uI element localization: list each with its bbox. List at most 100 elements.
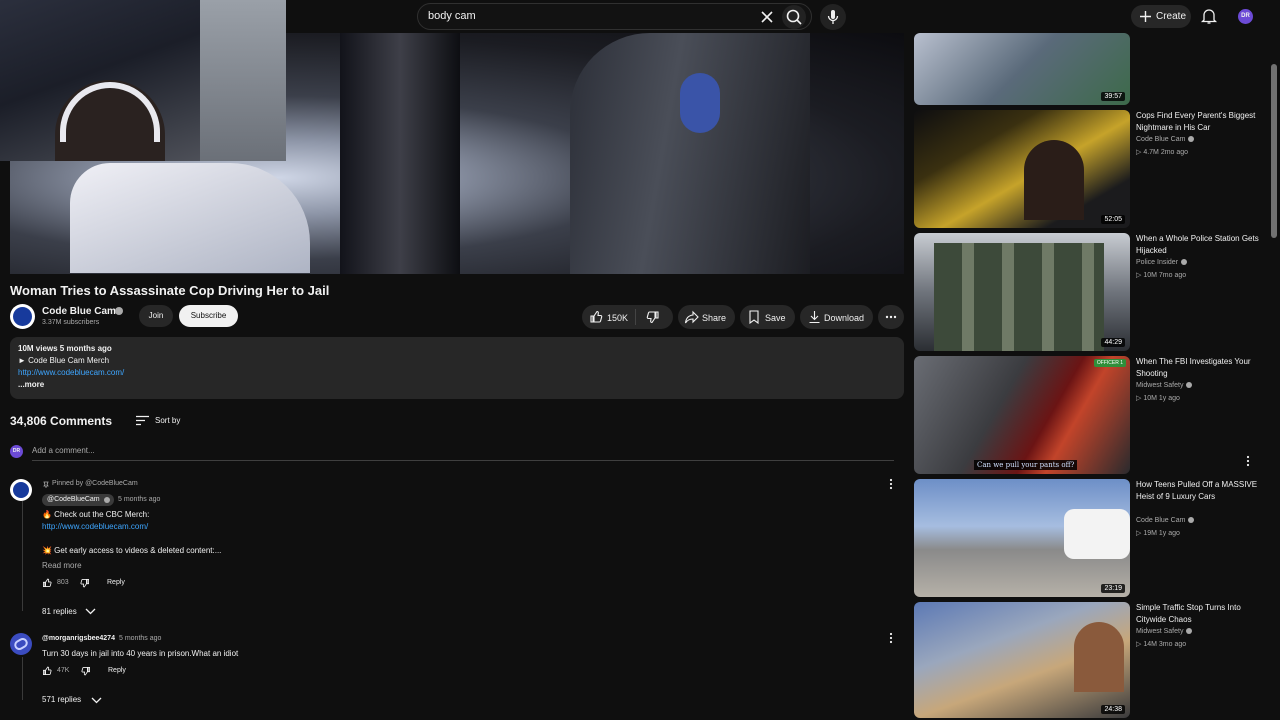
create-label: Create — [1156, 11, 1187, 22]
sort-icon[interactable] — [136, 415, 149, 426]
read-more-link[interactable]: Read more — [42, 561, 82, 570]
meta-text: 14M 3mo ago — [1143, 641, 1187, 648]
account-avatar[interactable]: DR — [1238, 9, 1253, 24]
meta-text: 10M 1y ago — [1143, 395, 1180, 402]
recommended-title[interactable]: How Teens Pulled Off a MASSIVE Heist of … — [1136, 479, 1266, 503]
download-label: Download — [824, 313, 865, 323]
channel-avatar-image — [13, 307, 32, 326]
comment-author-avatar[interactable] — [10, 633, 32, 655]
voice-search-button[interactable] — [820, 4, 846, 30]
thumbs-up-icon[interactable] — [42, 666, 52, 676]
recommended-channel[interactable]: Code Blue Cam — [1136, 517, 1195, 524]
share-icon — [684, 310, 699, 324]
comment-author[interactable]: @morganrigsbee4274 — [42, 635, 115, 642]
thumbs-up-icon[interactable] — [42, 578, 52, 588]
recommended-thumbnail[interactable]: 39:57 — [914, 33, 1130, 105]
recommended-meta: ▷ 19M 1y ago — [1136, 530, 1180, 537]
thumbs-up-icon[interactable] — [589, 310, 603, 324]
recommended-title[interactable]: Simple Traffic Stop Turns Into Citywide … — [1136, 602, 1266, 626]
replies-toggle[interactable]: 81 replies — [42, 607, 77, 616]
close-icon[interactable] — [758, 8, 776, 26]
comment-text: Turn 30 days in jail into 40 years in pr… — [42, 649, 239, 658]
channel-avatar[interactable] — [10, 304, 35, 329]
comment-like-count: 47K — [57, 667, 70, 674]
verified-icon — [1188, 517, 1195, 524]
video-duration: 24:38 — [1101, 705, 1125, 714]
video-options-icon[interactable] — [1246, 455, 1250, 467]
share-button[interactable]: Share — [678, 305, 735, 329]
comment-time[interactable]: 5 months ago — [118, 496, 160, 503]
reply-button[interactable]: Reply — [108, 667, 126, 674]
pinned-label: Pinned by @CodeBlueCam — [52, 480, 138, 487]
join-button[interactable]: Join — [139, 305, 173, 327]
video-title: Woman Tries to Assassinate Cop Driving H… — [10, 283, 330, 298]
download-button[interactable]: Download — [800, 305, 873, 329]
recommended-channel[interactable]: Code Blue Cam — [1136, 136, 1195, 143]
like-count[interactable]: 150K — [607, 313, 628, 323]
thumbnail-car — [1064, 509, 1130, 559]
comment-author: @CodeBlueCam — [47, 496, 100, 503]
comment-text: 🔥 Check out the CBC Merch: — [42, 510, 150, 519]
recommended-title[interactable]: Cops Find Every Parent's Biggest Nightma… — [1136, 110, 1266, 134]
thumbs-down-icon[interactable] — [80, 578, 90, 588]
sort-by-button[interactable]: Sort by — [155, 416, 180, 425]
recommended-channel[interactable]: Police Insider — [1136, 259, 1188, 266]
video-frame-figure — [340, 33, 460, 274]
thumbs-down-icon[interactable] — [81, 666, 91, 676]
recommended-thumbnail[interactable]: 24:38 — [914, 602, 1130, 718]
meta-text: 19M 1y ago — [1143, 530, 1180, 537]
view-stats: 10M views 5 months ago — [18, 344, 112, 353]
description-link[interactable]: http://www.codebluecam.com/ — [18, 368, 124, 377]
meta-text: 4.7M 2mo ago — [1143, 149, 1189, 156]
subscriber-count: 3.37M subscribers — [42, 319, 100, 326]
comment-time[interactable]: 5 months ago — [119, 635, 161, 642]
chevron-down-icon[interactable] — [91, 697, 102, 704]
verified-icon — [1186, 382, 1193, 389]
meta-text: 10M 7mo ago — [1143, 272, 1187, 279]
comments-count: 34,806 Comments — [10, 414, 113, 428]
channel-name: Police Insider — [1136, 259, 1179, 266]
reply-button[interactable]: Reply — [107, 579, 125, 586]
comment-link[interactable]: http://www.codebluecam.com/ — [42, 522, 148, 531]
verified-icon — [1186, 628, 1193, 635]
add-comment-input[interactable]: Add a comment... — [32, 446, 95, 455]
download-icon — [809, 311, 820, 324]
notifications-bell-icon[interactable] — [1200, 7, 1218, 25]
sidebar-scrollbar[interactable] — [1271, 64, 1277, 238]
save-label: Save — [765, 313, 786, 323]
recommended-meta: ▷ 4.7M 2mo ago — [1136, 149, 1189, 156]
comment-author-avatar[interactable] — [10, 479, 32, 501]
save-button[interactable]: Save — [740, 305, 795, 329]
video-frame-door — [570, 33, 810, 274]
thumbnail-figure — [1074, 622, 1124, 692]
creator-author-badge[interactable]: @CodeBlueCam — [42, 494, 114, 506]
chevron-down-icon[interactable] — [85, 608, 96, 615]
search-box[interactable]: body cam — [417, 3, 812, 30]
recommended-meta: ▷ 10M 7mo ago — [1136, 272, 1187, 279]
recommended-thumbnail[interactable]: 52:05 — [914, 110, 1130, 228]
video-frame-seat — [70, 163, 310, 273]
search-input[interactable]: body cam — [428, 10, 476, 22]
recommended-channel[interactable]: Midwest Safety — [1136, 628, 1193, 635]
like-dislike-group: 150K — [582, 305, 673, 329]
recommended-title[interactable]: When The FBI Investigates Your Shooting — [1136, 356, 1266, 380]
channel-name[interactable]: Code Blue Cam — [42, 306, 116, 317]
video-duration: 23:19 — [1101, 584, 1125, 593]
search-button[interactable] — [782, 5, 806, 29]
replies-toggle[interactable]: 571 replies — [42, 695, 81, 704]
recommended-thumbnail[interactable]: 23:19 — [914, 479, 1130, 597]
more-actions-button[interactable] — [878, 305, 904, 329]
create-button[interactable]: Create — [1131, 5, 1191, 28]
recommended-meta: ▷ 14M 3mo ago — [1136, 641, 1187, 648]
thumbs-down-icon[interactable] — [646, 310, 660, 324]
subscribe-button[interactable]: Subscribe — [179, 305, 238, 327]
comment-options-icon[interactable] — [889, 478, 893, 490]
recommended-channel[interactable]: Midwest Safety — [1136, 382, 1193, 389]
description-box[interactable]: 10M views 5 months ago ► Code Blue Cam M… — [10, 337, 904, 399]
recommended-thumbnail[interactable]: OFFICER 1 Can we pull your pants off? — [914, 356, 1130, 474]
recommended-title[interactable]: When a Whole Police Station Gets Hijacke… — [1136, 233, 1266, 257]
recommended-meta: ▷ 10M 1y ago — [1136, 395, 1180, 402]
recommended-thumbnail[interactable]: 44:29 — [914, 233, 1130, 351]
show-more-link[interactable]: ...more — [18, 380, 44, 389]
comment-options-icon[interactable] — [889, 632, 893, 644]
